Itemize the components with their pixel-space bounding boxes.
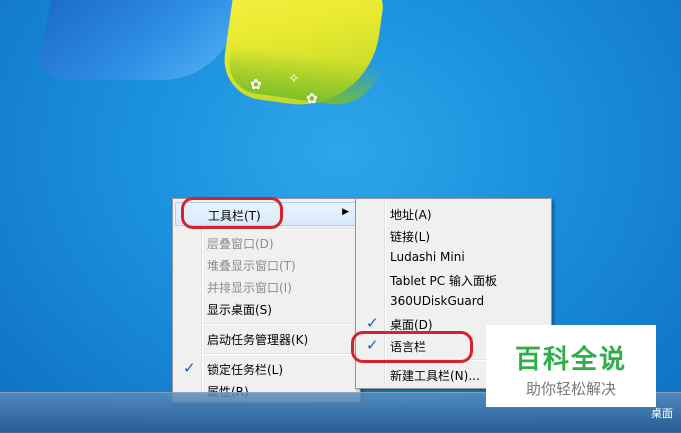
menu-item-label: 新建工具栏(N)... [390, 369, 480, 383]
menu-item-show-desktop[interactable]: 显示桌面(S) [175, 297, 358, 319]
menu-item-label: 层叠窗口(D) [207, 237, 274, 251]
flower-icon: ✿ [306, 91, 318, 107]
menu-item-label: 360UDiskGuard [390, 294, 485, 308]
menu-item-label: 链接(L) [390, 230, 431, 244]
menu-separator [203, 353, 358, 355]
submenu-item-address[interactable]: 地址(A) [358, 202, 549, 224]
submenu-item-links[interactable]: 链接(L) [358, 224, 549, 246]
menu-item-stack-windows[interactable]: 堆叠显示窗口(T) [175, 253, 358, 275]
annotation-circle-toolbars [181, 197, 283, 229]
submenu-item-ludashi-mini[interactable]: Ludashi Mini [358, 246, 549, 268]
flower-icon: ✧ [288, 71, 300, 87]
menu-separator [203, 323, 358, 325]
menu-item-lock-taskbar[interactable]: ✓ 锁定任务栏(L) [175, 357, 358, 379]
flower-icon: ✿ [250, 77, 262, 93]
menu-item-label: 显示桌面(S) [207, 303, 272, 317]
menu-item-label: Ludashi Mini [390, 250, 465, 264]
taskbar-desktop-label[interactable]: 桌面 [651, 405, 673, 421]
menu-item-task-manager[interactable]: 启动任务管理器(K) [175, 327, 358, 349]
menu-item-label: 锁定任务栏(L) [207, 363, 284, 377]
menu-item-cascade-windows[interactable]: 层叠窗口(D) [175, 231, 358, 253]
submenu-arrow-icon: ▶ [342, 207, 349, 217]
watermark-logo: 百科全说 助你轻松解决 [486, 325, 656, 407]
menu-item-label: 启动任务管理器(K) [207, 333, 309, 347]
menu-item-label: 地址(A) [390, 208, 432, 222]
watermark-subtitle: 助你轻松解决 [525, 380, 616, 398]
menu-item-label: 并排显示窗口(I) [207, 281, 292, 295]
checkmark-icon: ✓ [366, 314, 379, 332]
menu-item-label: Tablet PC 输入面板 [390, 274, 497, 288]
menu-item-label: 堆叠显示窗口(T) [207, 259, 296, 273]
submenu-item-tablet-pc-input[interactable]: Tablet PC 输入面板 [358, 268, 549, 290]
submenu-item-360udiskguard[interactable]: 360UDiskGuard [358, 290, 549, 312]
annotation-circle-language-bar [351, 331, 473, 363]
windows-logo-blue-pane [34, 0, 246, 80]
menu-item-side-by-side-windows[interactable]: 并排显示窗口(I) [175, 275, 358, 297]
checkmark-icon: ✓ [183, 359, 196, 377]
watermark-title: 百科全说 [514, 345, 627, 375]
